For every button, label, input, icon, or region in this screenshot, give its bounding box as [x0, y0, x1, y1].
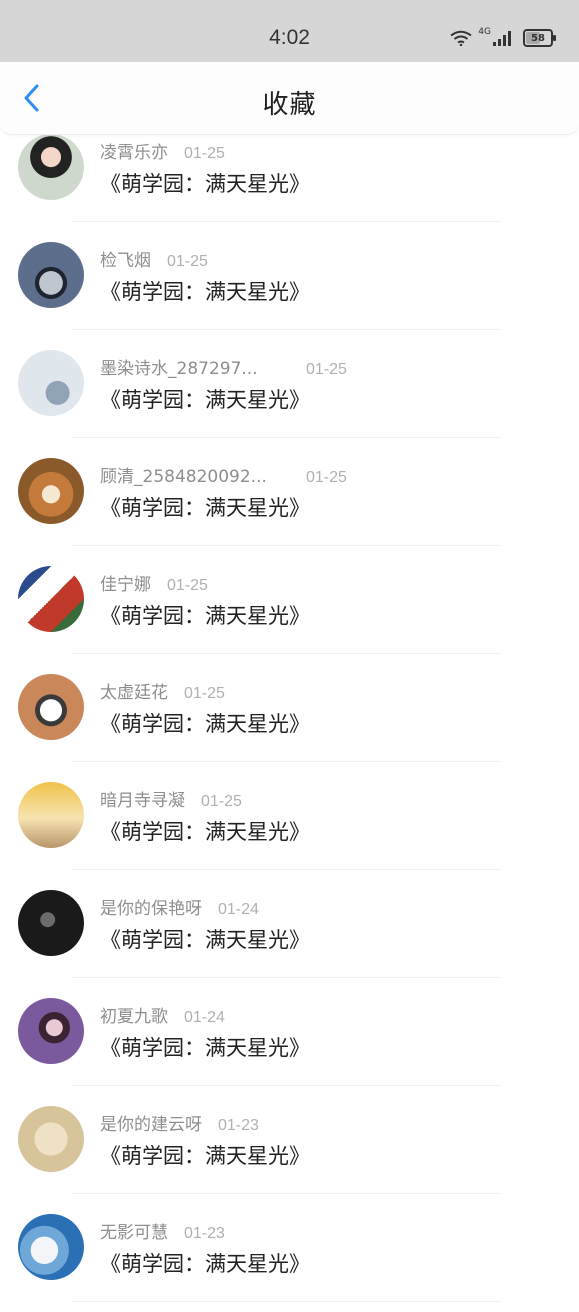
item-title[interactable]: 《萌学园：满天星光》	[100, 1032, 310, 1062]
item-title[interactable]: 《萌学园：满天星光》	[100, 1248, 310, 1278]
avatar[interactable]	[18, 1214, 84, 1280]
list-item[interactable]: 初夏九歌 01-24 《萌学园：满天星光》	[0, 988, 579, 1096]
list-item[interactable]: 检飞烟 01-25 《萌学园：满天星光》	[0, 232, 579, 340]
username: 是你的建云呀	[100, 1115, 202, 1135]
date: 01-23	[184, 1225, 225, 1242]
avatar[interactable]	[18, 1106, 84, 1172]
list-item[interactable]: 凌霄乐亦 01-25 《萌学园：满天星光》	[0, 124, 579, 232]
username: 无影可慧	[100, 1223, 168, 1243]
item-title[interactable]: 《萌学园：满天星光》	[100, 1140, 310, 1170]
battery-icon: 58	[523, 29, 556, 47]
divider	[72, 761, 501, 762]
item-title[interactable]: 《萌学园：满天星光》	[100, 816, 310, 846]
divider	[72, 221, 501, 222]
item-meta: 是你的建云呀 01-23	[100, 1110, 259, 1135]
app-header: 收藏	[0, 62, 579, 135]
item-title[interactable]: 《萌学园：满天星光》	[100, 168, 310, 198]
status-icons: 4G 58	[450, 27, 556, 47]
list-item[interactable]: 墨染诗水_287297... 01-25 《萌学园：满天星光》	[0, 340, 579, 448]
date: 01-25	[167, 577, 208, 594]
divider	[72, 869, 501, 870]
wifi-icon	[450, 30, 472, 46]
username: 是你的保艳呀	[100, 899, 202, 919]
date: 01-25	[201, 793, 242, 810]
date: 01-24	[218, 901, 259, 918]
item-title[interactable]: 《萌学园：满天星光》	[100, 600, 310, 630]
status-bar: 4:02 4G 58	[0, 0, 579, 62]
avatar[interactable]	[18, 242, 84, 308]
username: 检飞烟	[100, 251, 151, 271]
divider	[72, 1301, 501, 1302]
date: 01-25	[184, 685, 225, 702]
list-item[interactable]: 暗月寺寻凝 01-25 《萌学园：满天星光》	[0, 772, 579, 880]
date: 01-25	[306, 469, 347, 486]
list-item[interactable]: 无影可慧 01-23 《萌学园：满天星光》	[0, 1204, 579, 1312]
list-item[interactable]: 顾清_2584820092... 01-25 《萌学园：满天星光》	[0, 448, 579, 556]
username: 太虚廷花	[100, 683, 168, 703]
divider	[72, 1193, 501, 1194]
item-meta: 检飞烟 01-25	[100, 246, 208, 271]
username: 佳宁娜	[100, 575, 151, 595]
signal-icon	[493, 30, 511, 46]
item-title[interactable]: 《萌学园：满天星光》	[100, 708, 310, 738]
item-meta: 暗月寺寻凝 01-25	[100, 786, 242, 811]
battery-level: 58	[531, 32, 545, 44]
divider	[72, 977, 501, 978]
divider	[72, 545, 501, 546]
item-meta: 初夏九歌 01-24	[100, 1002, 225, 1027]
divider	[72, 329, 501, 330]
item-meta: 佳宁娜 01-25	[100, 570, 208, 595]
avatar[interactable]	[18, 458, 84, 524]
divider	[72, 1085, 501, 1086]
avatar[interactable]	[18, 782, 84, 848]
avatar[interactable]	[18, 998, 84, 1064]
date: 01-24	[184, 1009, 225, 1026]
item-meta: 太虚廷花 01-25	[100, 678, 225, 703]
date: 01-25	[306, 361, 347, 378]
avatar[interactable]	[18, 674, 84, 740]
date: 01-25	[184, 145, 225, 162]
divider	[72, 437, 501, 438]
list-item[interactable]: 太虚廷花 01-25 《萌学园：满天星光》	[0, 664, 579, 772]
date: 01-23	[218, 1117, 259, 1134]
list-item[interactable]: 是你的保艳呀 01-24 《萌学园：满天星光》	[0, 880, 579, 988]
divider	[72, 653, 501, 654]
avatar[interactable]	[18, 566, 84, 632]
network-type-label: 4G	[478, 27, 491, 37]
username: 初夏九歌	[100, 1007, 168, 1027]
list-item[interactable]: 佳宁娜 01-25 《萌学园：满天星光》	[0, 556, 579, 664]
avatar[interactable]	[18, 350, 84, 416]
username: 凌霄乐亦	[100, 143, 168, 163]
item-title[interactable]: 《萌学园：满天星光》	[100, 492, 310, 522]
username: 墨染诗水_287297...	[100, 359, 258, 379]
item-title[interactable]: 《萌学园：满天星光》	[100, 276, 310, 306]
item-meta: 是你的保艳呀 01-24	[100, 894, 259, 919]
date: 01-25	[167, 253, 208, 270]
item-title[interactable]: 《萌学园：满天星光》	[100, 384, 310, 414]
item-title[interactable]: 《萌学园：满天星光》	[100, 924, 310, 954]
item-meta: 顾清_2584820092... 01-25	[100, 462, 347, 487]
avatar[interactable]	[18, 134, 84, 200]
item-meta: 凌霄乐亦 01-25	[100, 138, 225, 163]
username: 顾清_2584820092...	[100, 467, 267, 487]
item-meta: 墨染诗水_287297... 01-25	[100, 354, 347, 379]
list-item[interactable]: 是你的建云呀 01-23 《萌学园：满天星光》	[0, 1096, 579, 1204]
page-title: 收藏	[262, 90, 317, 120]
username: 暗月寺寻凝	[100, 791, 185, 811]
favorites-list: 凌霄乐亦 01-25 《萌学园：满天星光》 检飞烟 01-25 《萌学园：满天星光》 墨染诗…	[0, 124, 579, 1312]
avatar[interactable]	[18, 890, 84, 956]
item-meta: 无影可慧 01-23	[100, 1218, 225, 1243]
